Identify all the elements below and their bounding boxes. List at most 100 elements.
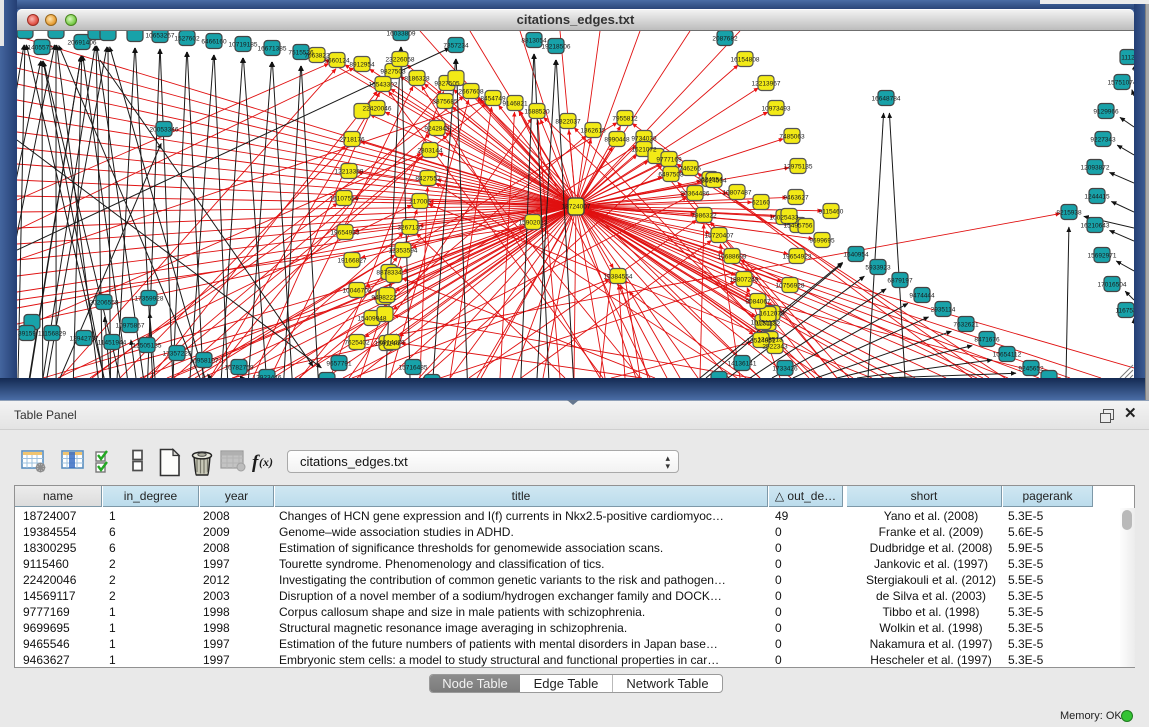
svg-text:(x): (x) <box>259 455 273 469</box>
svg-text:6879197: 6879197 <box>887 278 913 285</box>
svg-text:10025433: 10025433 <box>770 215 799 222</box>
svg-text:1640954: 1640954 <box>843 252 869 259</box>
svg-text:6466160: 6466160 <box>201 39 227 46</box>
svg-text:20691406: 20691406 <box>68 40 97 47</box>
svg-text:10688609: 10688609 <box>718 254 747 261</box>
svg-text:7986322: 7986322 <box>691 213 717 220</box>
svg-text:11451944: 11451944 <box>98 340 127 347</box>
svg-text:16033809: 16033809 <box>387 31 416 38</box>
svg-text:1527602: 1527602 <box>174 36 200 43</box>
svg-text:1733426: 1733426 <box>772 366 798 373</box>
svg-text:16543302: 16543302 <box>369 82 398 89</box>
svg-text:9699695: 9699695 <box>809 238 835 245</box>
svg-text:9474444: 9474444 <box>909 293 935 300</box>
svg-text:3875685: 3875685 <box>432 99 458 106</box>
svg-text:23226058: 23226058 <box>386 57 415 64</box>
svg-text:16210643: 16210643 <box>1081 223 1110 230</box>
svg-text:2935114: 2935114 <box>931 307 956 314</box>
svg-text:9498222: 9498222 <box>371 295 397 302</box>
svg-text:18807249: 18807249 <box>730 277 759 284</box>
svg-text:7485063: 7485063 <box>779 134 805 141</box>
svg-text:17359928: 17359928 <box>135 296 164 303</box>
svg-text:3624554: 3624554 <box>701 178 727 185</box>
svg-text:1621072: 1621072 <box>631 147 657 154</box>
svg-text:20053346: 20053346 <box>150 127 179 134</box>
svg-text:19654923: 19654923 <box>783 254 812 261</box>
svg-text:19166827: 19166827 <box>338 258 367 265</box>
svg-text:22420046: 22420046 <box>363 106 392 113</box>
svg-text:20206558: 20206558 <box>90 300 119 307</box>
svg-text:10958107: 10958107 <box>190 358 219 365</box>
svg-text:12353594: 12353594 <box>389 248 418 255</box>
svg-text:19384554: 19384554 <box>604 274 633 281</box>
svg-text:10973493: 10973493 <box>762 106 791 113</box>
svg-text:10756928: 10756928 <box>776 283 805 290</box>
svg-text:15751074: 15751074 <box>1108 80 1134 87</box>
svg-text:7625402: 7625402 <box>344 340 370 347</box>
svg-text:7632621: 7632621 <box>953 322 979 329</box>
svg-text:9242848: 9242848 <box>424 126 450 133</box>
svg-text:9084067: 9084067 <box>745 299 771 306</box>
svg-text:2667608: 2667608 <box>458 89 484 96</box>
svg-text:10975867: 10975867 <box>116 323 145 330</box>
svg-text:9245652: 9245652 <box>1018 366 1044 373</box>
svg-text:10653267: 10653267 <box>146 33 175 40</box>
svg-text:8427552: 8427552 <box>415 176 441 183</box>
svg-text:1615113: 1615113 <box>751 320 776 327</box>
svg-text:8912954: 8912954 <box>349 62 375 69</box>
svg-text:8471676: 8471676 <box>974 337 1000 344</box>
svg-text:2803144: 2803144 <box>417 148 443 155</box>
svg-text:15720407: 15720407 <box>705 233 734 240</box>
svg-text:17357225: 17357225 <box>163 351 192 358</box>
svg-text:39159: 39159 <box>18 331 36 338</box>
svg-text:116753: 116753 <box>1115 308 1134 315</box>
svg-text:16782759: 16782759 <box>225 365 254 372</box>
svg-text:8186328: 8186328 <box>404 76 430 83</box>
svg-text:17016504: 17016504 <box>1098 282 1127 289</box>
svg-text:18724007: 18724007 <box>562 204 591 211</box>
svg-text:2087682: 2087682 <box>712 36 738 43</box>
svg-text:6497508: 6497508 <box>658 172 684 179</box>
svg-text:10719185: 10719185 <box>229 42 258 49</box>
svg-text:1244415: 1244415 <box>1084 194 1110 201</box>
svg-text:8990448: 8990448 <box>604 137 630 144</box>
svg-text:12093872: 12093872 <box>1081 165 1110 172</box>
svg-text:20364486: 20364486 <box>681 191 710 198</box>
svg-text:12505135: 12505135 <box>133 343 162 350</box>
svg-text:9227343: 9227343 <box>1090 137 1116 144</box>
svg-text:9115460: 9115460 <box>819 209 844 216</box>
svg-text:5933923: 5933923 <box>865 265 891 272</box>
svg-text:9827503: 9827503 <box>380 69 406 76</box>
svg-text:9327505: 9327505 <box>434 81 460 88</box>
svg-text:16107554: 16107554 <box>330 196 359 203</box>
svg-text:15716485: 15716485 <box>399 365 428 372</box>
svg-text:16648784: 16648784 <box>872 96 901 103</box>
svg-text:9734028: 9734028 <box>631 136 657 143</box>
svg-text:9463627: 9463627 <box>783 195 809 202</box>
svg-text:12923446: 12923446 <box>253 375 282 379</box>
svg-text:14136141: 14136141 <box>728 361 757 368</box>
svg-text:217006: 217006 <box>409 199 431 206</box>
svg-text:12975135: 12975135 <box>784 164 813 171</box>
svg-text:7955812: 7955812 <box>612 116 638 123</box>
svg-text:1112: 1112 <box>1121 55 1134 62</box>
svg-text:15495756: 15495756 <box>784 223 813 230</box>
svg-text:2522343: 2522343 <box>762 344 788 351</box>
svg-text:8322037: 8322037 <box>555 119 581 126</box>
svg-text:1362615: 1362615 <box>580 128 606 135</box>
svg-text:10046708: 10046708 <box>343 288 372 295</box>
svg-text:16154808: 16154808 <box>731 57 760 64</box>
svg-text:9146821: 9146821 <box>502 101 528 108</box>
svg-text:19654933: 19654933 <box>331 230 360 237</box>
svg-text:19218506: 19218506 <box>542 44 571 51</box>
svg-text:2718176: 2718176 <box>339 137 365 144</box>
svg-text:8878334: 8878334 <box>376 270 402 277</box>
svg-text:8660124: 8660124 <box>324 58 350 65</box>
svg-text:11156829: 11156829 <box>38 331 66 338</box>
svg-text:7357234: 7357234 <box>443 43 469 50</box>
svg-text:12213389: 12213389 <box>335 169 364 176</box>
svg-text:6914479: 6914479 <box>379 340 405 347</box>
svg-text:15409948: 15409948 <box>358 316 387 323</box>
svg-text:9657791: 9657791 <box>326 361 352 368</box>
svg-text:1588520: 1588520 <box>524 109 550 116</box>
